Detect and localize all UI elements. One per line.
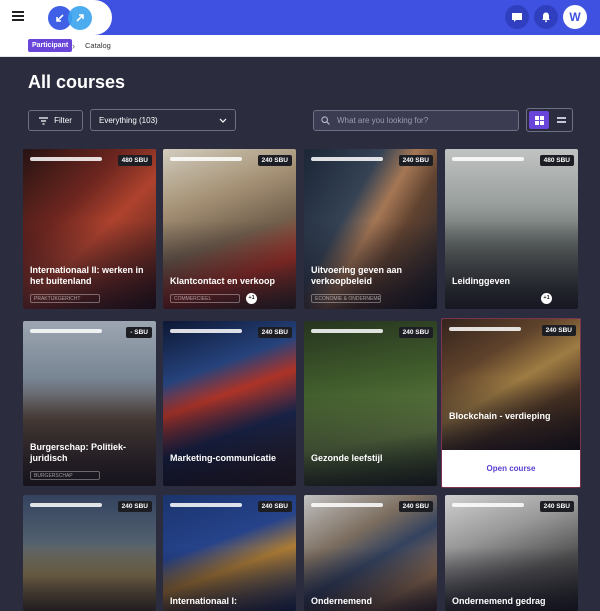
grid-icon <box>534 115 544 125</box>
breadcrumb-current: Catalog <box>85 41 111 50</box>
sbu-badge: - SBU <box>126 327 152 338</box>
search-input[interactable] <box>337 116 507 125</box>
progress-bar <box>311 329 383 333</box>
progress-bar <box>170 157 242 161</box>
notifications-button[interactable] <box>534 5 558 29</box>
course-card[interactable]: 240 SBU Marketing-communicatie <box>163 321 296 486</box>
filter-label: Filter <box>54 116 72 125</box>
course-card[interactable]: 240 SBU Ondernemend <box>304 495 437 611</box>
course-card[interactable]: 480 SBU Leidinggeven +1 <box>445 149 578 309</box>
sbu-badge: 480 SBU <box>539 155 574 166</box>
messages-button[interactable] <box>505 5 529 29</box>
course-card[interactable]: 240 SBU Internationaal I: <box>163 495 296 611</box>
top-navigation-bar: W <box>0 0 600 35</box>
progress-bar <box>170 329 242 333</box>
grid-view-button[interactable] <box>529 111 549 129</box>
breadcrumb-separator: › <box>72 41 75 51</box>
breadcrumb: Participant › Catalog <box>0 35 600 57</box>
chat-icon <box>512 13 522 22</box>
progress-bar <box>30 329 102 333</box>
extra-tags-count[interactable]: +1 <box>246 293 257 304</box>
course-title: Klantcontact en verkoop <box>170 276 276 286</box>
sbu-badge: 240 SBU <box>257 501 292 512</box>
course-card-hovered[interactable]: 240 SBU Blockchain - verdieping Open cou… <box>441 318 581 488</box>
logo-arrow-icon <box>68 6 92 30</box>
course-card[interactable]: 240 SBU Klantcontact en verkoop COMMERCI… <box>163 149 296 309</box>
sbu-badge: 240 SBU <box>398 327 433 338</box>
role-badge[interactable]: Participant <box>28 39 73 52</box>
search-icon <box>321 116 330 125</box>
progress-bar <box>311 157 383 161</box>
course-card[interactable]: 240 SBU Gezonde leefstijl <box>304 321 437 486</box>
sbu-badge: 240 SBU <box>541 325 576 336</box>
user-avatar[interactable]: W <box>563 5 587 29</box>
course-tag: COMMERCIEEL <box>170 294 240 303</box>
extra-tags-count[interactable]: +1 <box>541 293 552 304</box>
filter-icon <box>39 116 49 125</box>
filter-button[interactable]: Filter <box>28 110 83 131</box>
course-title: Ondernemend gedrag <box>452 596 546 606</box>
search-box[interactable] <box>313 110 519 131</box>
sbu-badge: 240 SBU <box>398 501 433 512</box>
app-logo[interactable] <box>48 6 94 30</box>
course-tag: BURGERSCHAP <box>30 471 100 480</box>
sbu-badge: 240 SBU <box>117 501 152 512</box>
course-title: Gezonde leefstijl <box>311 453 383 463</box>
course-title: Uitvoering geven aan verkoopbeleid <box>311 265 403 286</box>
open-course-button[interactable]: Open course <box>442 450 580 486</box>
sbu-badge: 240 SBU <box>257 155 292 166</box>
course-card[interactable]: 240 SBU Uitvoering geven aan verkoopbele… <box>304 149 437 309</box>
course-tag: ECONOMIE & ONDERNEMEN <box>311 294 381 303</box>
hamburger-menu-icon[interactable] <box>10 9 26 25</box>
course-title: Internationaal II: werken in het buitenl… <box>30 265 144 286</box>
progress-bar <box>170 503 242 507</box>
course-title: Leidinggeven <box>452 276 511 286</box>
view-toggle <box>526 108 573 132</box>
sbu-badge: 240 SBU <box>398 155 433 166</box>
course-card[interactable]: - SBU Burgerschap: Politiek-juridisch BU… <box>23 321 156 486</box>
list-view-button[interactable] <box>551 111 571 129</box>
sbu-badge: 480 SBU <box>117 155 152 166</box>
bell-icon <box>542 12 550 23</box>
course-title: Internationaal I: <box>170 596 238 606</box>
progress-bar <box>449 327 521 331</box>
course-card[interactable]: 480 SBU Internationaal II: werken in het… <box>23 149 156 309</box>
category-select-value: Everything (103) <box>99 115 158 125</box>
course-card[interactable]: 240 SBU <box>23 495 156 611</box>
progress-bar <box>452 157 524 161</box>
chevron-down-icon <box>219 118 227 123</box>
course-title: Blockchain - verdieping <box>449 411 551 421</box>
category-select[interactable]: Everything (103) <box>90 109 236 131</box>
progress-bar <box>452 503 524 507</box>
progress-bar <box>311 503 383 507</box>
course-tag: PRAKTIJKGERICHT <box>30 294 100 303</box>
course-title: Ondernemend <box>311 596 373 606</box>
progress-bar <box>30 157 102 161</box>
sbu-badge: 240 SBU <box>257 327 292 338</box>
sbu-badge: 240 SBU <box>539 501 574 512</box>
course-card[interactable]: 240 SBU Ondernemend gedrag <box>445 495 578 611</box>
course-title: Marketing-communicatie <box>170 453 277 463</box>
progress-bar <box>30 503 102 507</box>
page-title: All courses <box>28 72 126 92</box>
course-title: Burgerschap: Politiek-juridisch <box>30 442 127 463</box>
list-icon <box>556 117 566 123</box>
